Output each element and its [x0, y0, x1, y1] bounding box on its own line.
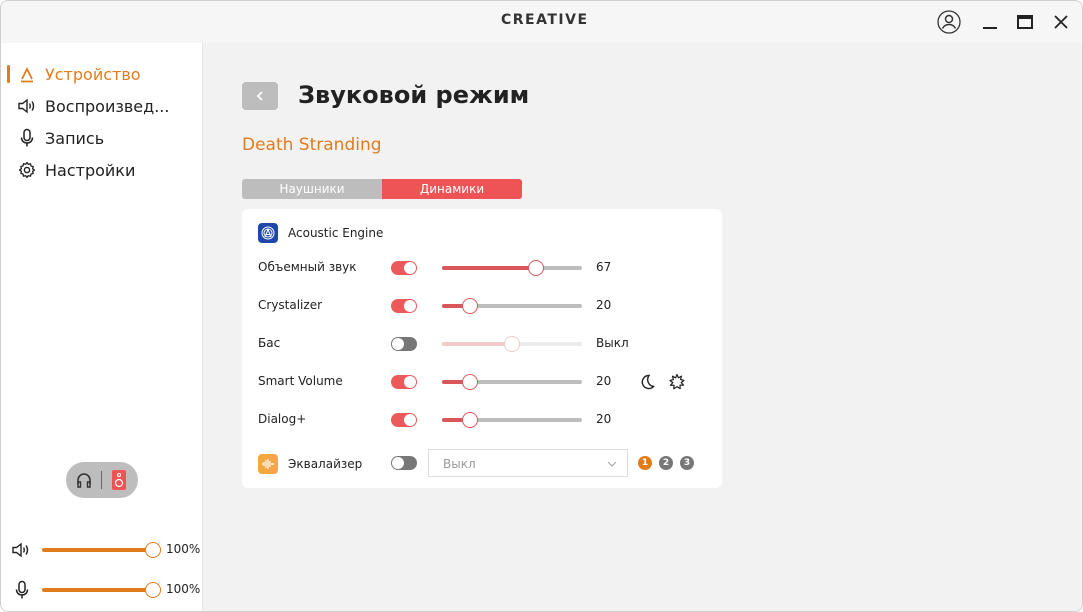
sidebar-item-device[interactable]: Устройство	[1, 59, 201, 89]
headphones-icon[interactable]	[75, 471, 93, 493]
smart-volume-value: 20	[596, 374, 612, 388]
bass-value: Выкл	[596, 336, 629, 350]
equalizer-preset-select[interactable]: Выкл	[428, 449, 628, 477]
slider-fill	[442, 266, 536, 270]
sidebar-item-label: Запись	[45, 128, 105, 148]
account-button[interactable]	[936, 9, 962, 35]
close-button[interactable]	[1048, 9, 1074, 35]
smart-volume-slider[interactable]	[442, 374, 582, 390]
acoustic-engine-icon	[258, 223, 278, 243]
acoustic-engine-card: Acoustic Engine Объемный звук 67 Crystaliz…	[242, 209, 722, 488]
crystalizer-value: 20	[596, 298, 612, 312]
sidebar-item-label: Настройки	[45, 160, 136, 180]
playback-volume-thumb[interactable]	[145, 542, 161, 558]
profile-name: Death Stranding	[242, 135, 382, 155]
acoustic-engine-label: Acoustic Engine	[288, 226, 384, 240]
close-icon	[1054, 15, 1068, 29]
tab-headphones[interactable]: Наушники	[242, 179, 382, 199]
slider-thumb[interactable]	[462, 412, 478, 428]
minimize-button[interactable]	[977, 9, 1003, 35]
main-panel: Звуковой режим Death Stranding Наушники …	[203, 43, 1082, 611]
playback-volume-row: 100%	[11, 538, 201, 562]
output-device-toggle[interactable]	[66, 462, 138, 498]
sidebar-item-settings[interactable]: Настройки	[1, 155, 201, 185]
sidebar-item-recording[interactable]: Запись	[1, 123, 201, 153]
surround-toggle[interactable]	[391, 261, 417, 275]
chevron-left-icon	[256, 91, 263, 101]
eq-preset-3[interactable]: 3	[680, 456, 694, 470]
record-volume-row: 100%	[11, 578, 201, 602]
microphone-icon	[17, 128, 37, 148]
bass-label: Бас	[258, 336, 281, 350]
record-volume-value: 100%	[166, 582, 201, 596]
smart-volume-label: Smart Volume	[258, 374, 343, 388]
playback-volume-value: 100%	[166, 542, 201, 556]
record-volume-slider[interactable]	[42, 588, 152, 592]
maximize-icon	[1017, 15, 1033, 29]
equalizer-icon	[258, 454, 278, 474]
microphone-icon	[14, 580, 30, 604]
bass-toggle[interactable]	[391, 337, 417, 351]
toggle-divider	[101, 471, 102, 489]
account-icon	[937, 10, 961, 34]
creative-logo-icon	[17, 64, 37, 84]
surround-label: Объемный звук	[258, 260, 357, 274]
loud-mode-icon[interactable]	[668, 373, 686, 391]
dialog-plus-row: Dialog+ 20	[242, 408, 722, 432]
back-button[interactable]	[242, 82, 278, 110]
slider-thumb[interactable]	[462, 298, 478, 314]
surround-value: 67	[596, 260, 612, 274]
dialog-plus-label: Dialog+	[258, 412, 307, 426]
sidebar-item-playback[interactable]: Воспроизвед...	[1, 91, 201, 121]
slider-thumb[interactable]	[504, 336, 520, 352]
equalizer-label: Эквалайзер	[288, 457, 363, 471]
sidebar: Устройство Воспроизвед... Запись Настрой…	[1, 43, 203, 611]
speaker-icon	[17, 96, 37, 116]
eq-preset-2[interactable]: 2	[659, 456, 673, 470]
dialog-plus-value: 20	[596, 412, 612, 426]
sidebar-item-label: Воспроизвед...	[45, 96, 170, 116]
crystalizer-label: Crystalizer	[258, 298, 323, 312]
crystalizer-toggle[interactable]	[391, 299, 417, 313]
speaker-device-icon[interactable]	[112, 470, 126, 490]
sidebar-item-label: Устройство	[45, 64, 141, 84]
speaker-icon	[11, 541, 31, 563]
night-mode-icon[interactable]	[638, 373, 656, 391]
crystalizer-row: Crystalizer 20	[242, 294, 722, 318]
eq-preset-1[interactable]: 1	[638, 456, 652, 470]
app-window: CREATIVE Устройство Воспроизвед... Запис…	[0, 0, 1083, 612]
bass-slider[interactable]	[442, 336, 582, 352]
gear-icon	[17, 160, 37, 180]
surround-row: Объемный звук 67	[242, 256, 722, 280]
crystalizer-slider[interactable]	[442, 298, 582, 314]
equalizer-selected-value: Выкл	[443, 457, 476, 471]
dialog-plus-slider[interactable]	[442, 412, 582, 428]
page-title: Звуковой режим	[298, 81, 530, 109]
minimize-icon	[983, 27, 997, 29]
smart-volume-toggle[interactable]	[391, 375, 417, 389]
surround-slider[interactable]	[442, 260, 582, 276]
smart-volume-row: Smart Volume 20	[242, 370, 722, 394]
slider-thumb[interactable]	[462, 374, 478, 390]
bass-row: Бас Выкл	[242, 332, 722, 356]
title-bar: CREATIVE	[1, 1, 1082, 43]
dialog-plus-toggle[interactable]	[391, 413, 417, 427]
record-volume-thumb[interactable]	[145, 582, 161, 598]
chevron-down-icon	[605, 456, 619, 475]
creative-logo: CREATIVE	[501, 12, 589, 28]
tab-speakers[interactable]: Динамики	[382, 179, 522, 199]
slider-thumb[interactable]	[527, 260, 544, 276]
playback-volume-slider[interactable]	[42, 548, 152, 552]
equalizer-toggle[interactable]	[391, 456, 417, 470]
slider-fill	[442, 342, 512, 346]
maximize-button[interactable]	[1012, 9, 1038, 35]
